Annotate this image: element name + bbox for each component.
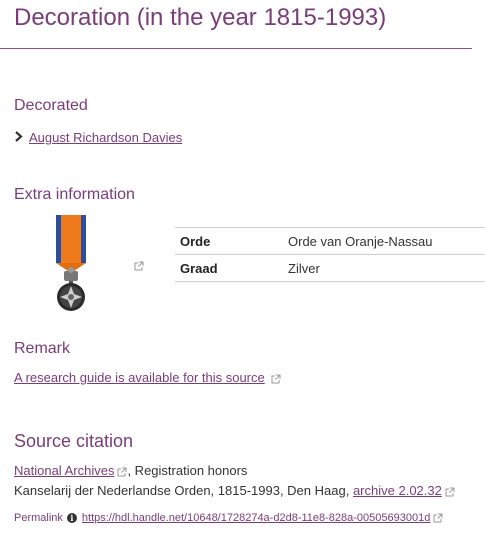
archive-number-link[interactable]: archive 2.02.32 — [353, 483, 442, 498]
table-row: Orde Orde van Oranje-Nassau — [175, 227, 485, 255]
decorated-person-link[interactable]: August Richardson Davies — [29, 130, 182, 145]
page: Decoration (in the year 1815-1993) Decor… — [0, 0, 485, 536]
remark-row: A research guide is available for this s… — [14, 370, 281, 385]
permalink-row: Permalink i https://hdl.handle.net/10648… — [14, 512, 443, 524]
decorated-heading: Decorated — [14, 97, 88, 114]
citation-line-2: Kanselarij der Nederlandse Orden, 1815-1… — [14, 483, 455, 498]
row-key: Orde — [175, 227, 283, 255]
info-icon[interactable]: i — [66, 513, 77, 523]
external-link-icon — [433, 512, 443, 524]
page-title: Decoration (in the year 1815-1993) — [14, 4, 387, 31]
extra-info-heading: Extra information — [14, 186, 135, 203]
table-row: Graad Zilver — [175, 254, 485, 282]
medal-image[interactable] — [48, 215, 98, 315]
title-divider — [0, 48, 472, 49]
external-link-icon[interactable] — [134, 257, 144, 275]
remark-heading: Remark — [14, 340, 71, 357]
source-citation-heading: Source citation — [14, 431, 134, 451]
citation-collection-text: , Registration honors — [127, 463, 248, 478]
decorated-person-row: August Richardson Davies — [14, 130, 182, 145]
citation-archive-text: Kanselarij der Nederlandse Orden, 1815-1… — [14, 483, 350, 498]
chevron-right-icon — [14, 130, 24, 145]
permalink-label: Permalink — [14, 512, 63, 524]
extra-info-table: Orde Orde van Oranje-Nassau Graad Zilver — [175, 227, 485, 282]
external-link-icon — [271, 370, 281, 385]
permalink-url-link[interactable]: https://hdl.handle.net/10648/1728274a-d2… — [82, 512, 430, 524]
external-link-icon — [117, 463, 127, 478]
external-link-icon — [445, 483, 455, 498]
research-guide-link[interactable]: A research guide is available for this s… — [14, 370, 265, 385]
row-value: Orde van Oranje-Nassau — [283, 227, 485, 255]
row-key: Graad — [175, 254, 283, 282]
row-value: Zilver — [283, 254, 485, 282]
citation-line-1: National Archives , Registration honors — [14, 463, 247, 478]
national-archives-link[interactable]: National Archives — [14, 463, 114, 478]
